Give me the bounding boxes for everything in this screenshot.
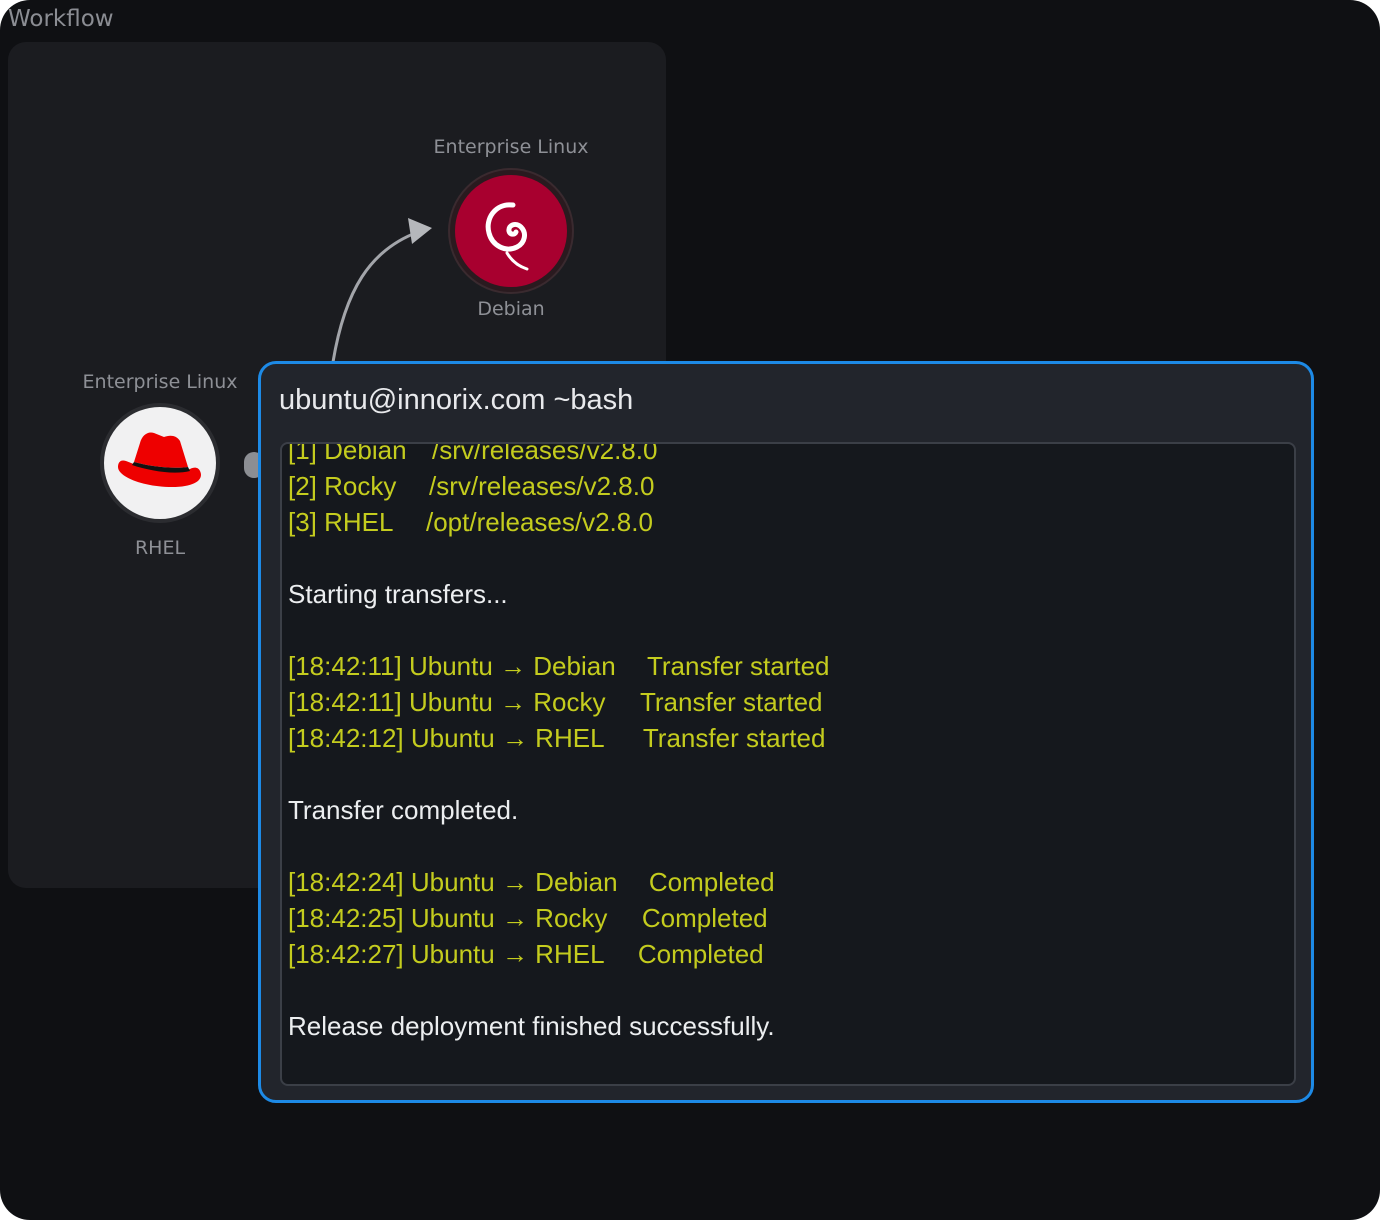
- debian-node-circle[interactable]: [450, 170, 572, 292]
- log-line: [18:42:25] Ubuntu → Rocky Completed: [288, 903, 768, 933]
- terminal-title: ubuntu@innorix.com ~bash: [279, 384, 634, 416]
- node-debian[interactable]: Enterprise Linux Debian: [401, 136, 621, 320]
- terminal-window[interactable]: ubuntu@innorix.com ~bash [1] Debian/srv/…: [258, 361, 1314, 1103]
- debian-swirl-icon: [485, 202, 529, 271]
- log-line: [18:42:11] Ubuntu → Rocky Transfer starte…: [288, 687, 823, 717]
- terminal-output[interactable]: [1] Debian/srv/releases/v2.8.0 [2] Rocky…: [280, 442, 1296, 1086]
- node-rhel[interactable]: Enterprise Linux RHEL: [50, 371, 270, 559]
- redhat-hat-icon: [118, 432, 201, 487]
- log-line: [18:42:11] Ubuntu → Debian Transfer start…: [288, 651, 830, 681]
- rhel-node-circle[interactable]: [100, 403, 220, 523]
- node-group-label: Enterprise Linux: [433, 136, 589, 158]
- status-line: Transfer completed.: [288, 795, 519, 825]
- node-name: RHEL: [134, 537, 186, 559]
- workflow-screen: Workflow Enterprise Linux Debian Enterpr…: [0, 0, 1380, 1220]
- log-line: [18:42:12] Ubuntu → RHEL Transfer started: [288, 723, 826, 753]
- log-line: [18:42:27] Ubuntu → RHEL Completed: [288, 939, 764, 969]
- target-line: [3] RHEL/opt/releases/v2.8.0: [288, 507, 653, 537]
- target-line: [1] Debian/srv/releases/v2.8.0: [288, 442, 658, 465]
- log-line: [18:42:24] Ubuntu → Debian Completed: [288, 867, 775, 897]
- terminal-lines: [1] Debian/srv/releases/v2.8.0 [2] Rocky…: [288, 442, 830, 1044]
- node-group-label: Enterprise Linux: [82, 371, 238, 393]
- status-line: Starting transfers...: [288, 579, 508, 609]
- target-line: [2] Rocky/srv/releases/v2.8.0: [288, 471, 655, 501]
- status-line: Release deployment finished successfully…: [288, 1011, 775, 1041]
- node-name: Debian: [477, 298, 545, 320]
